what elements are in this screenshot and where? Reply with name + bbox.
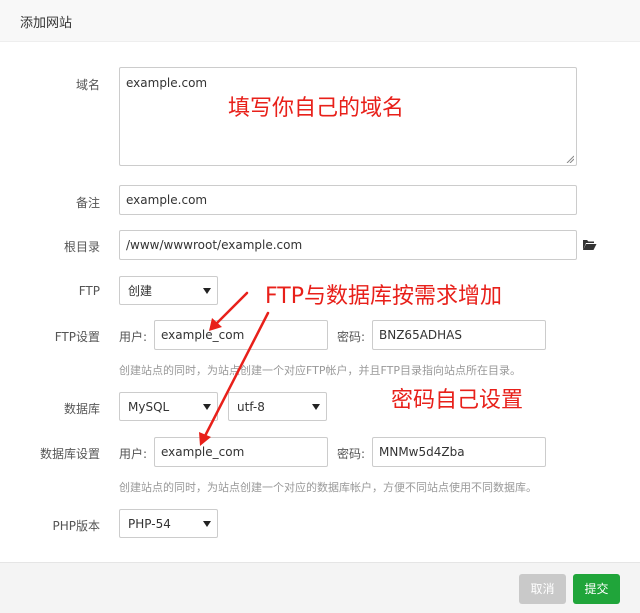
folder-open-icon[interactable] (582, 239, 597, 251)
dialog-header: 添加网站 (0, 0, 640, 42)
ftp-user-value: example_com (161, 328, 245, 342)
ftp-pass-label: 密码: (337, 330, 366, 344)
root-input[interactable]: /www/wwwroot/example.com (119, 230, 577, 260)
db-pass-input[interactable]: MNMw5d4Zba (372, 437, 546, 467)
root-label: 根目录 (63, 240, 100, 254)
db-charset-select[interactable]: utf-8 (228, 392, 327, 421)
db-settings-label: 数据库设置 (39, 447, 100, 461)
db-user-label: 用户: (119, 447, 148, 461)
db-type-selected: MySQL (128, 400, 170, 414)
db-charset-selected: utf-8 (237, 400, 265, 414)
db-user-input[interactable]: example_com (154, 437, 328, 467)
ftp-selected: 创建 (128, 284, 153, 298)
chevron-down-icon (312, 404, 320, 410)
dialog-footer: 取消 提交 (0, 562, 640, 613)
chevron-down-icon (203, 288, 211, 294)
ftp-pass-input[interactable]: BNZ65ADHAS (372, 320, 546, 350)
annotation-domain: 填写你自己的域名 (228, 96, 405, 121)
ftp-label: FTP (78, 284, 100, 298)
cancel-button[interactable]: 取消 (519, 574, 566, 604)
database-label: 数据库 (63, 402, 100, 416)
db-user-value: example_com (161, 445, 245, 459)
remark-value: example.com (126, 193, 208, 207)
remark-label: 备注 (75, 196, 100, 210)
annotation-password: 密码自己设置 (391, 388, 524, 413)
chevron-down-icon (203, 521, 211, 527)
annotation-ftp-db: FTP与数据库按需求增加 (265, 284, 502, 309)
domain-label: 域名 (75, 78, 100, 92)
add-site-dialog: 添加网站 域名 example.com 备注 example.com 根目录 /… (0, 0, 640, 613)
php-version-selected: PHP-54 (128, 517, 171, 531)
ftp-select[interactable]: 创建 (119, 276, 218, 305)
ftp-user-label: 用户: (119, 330, 148, 344)
dialog-title: 添加网站 (20, 16, 73, 31)
db-hint: 创建站点的同时，为站点创建一个对应的数据库帐户，方便不同站点使用不同数据库。 (119, 481, 537, 494)
db-pass-label: 密码: (337, 447, 366, 461)
submit-button[interactable]: 提交 (573, 574, 620, 604)
ftp-hint: 创建站点的同时，为站点创建一个对应FTP帐户，并且FTP目录指向站点所在目录。 (119, 364, 521, 377)
resize-handle-icon[interactable] (566, 155, 574, 163)
db-type-select[interactable]: MySQL (119, 392, 218, 421)
php-version-label: PHP版本 (52, 519, 101, 533)
chevron-down-icon (203, 404, 211, 410)
ftp-user-input[interactable]: example_com (154, 320, 328, 350)
remark-input[interactable]: example.com (119, 185, 577, 215)
php-version-select[interactable]: PHP-54 (119, 509, 218, 538)
ftp-settings-label: FTP设置 (54, 330, 100, 344)
db-pass-value: MNMw5d4Zba (379, 445, 465, 459)
root-value: /www/wwwroot/example.com (126, 238, 303, 252)
ftp-pass-value: BNZ65ADHAS (379, 328, 462, 342)
domain-value: example.com (126, 76, 208, 90)
